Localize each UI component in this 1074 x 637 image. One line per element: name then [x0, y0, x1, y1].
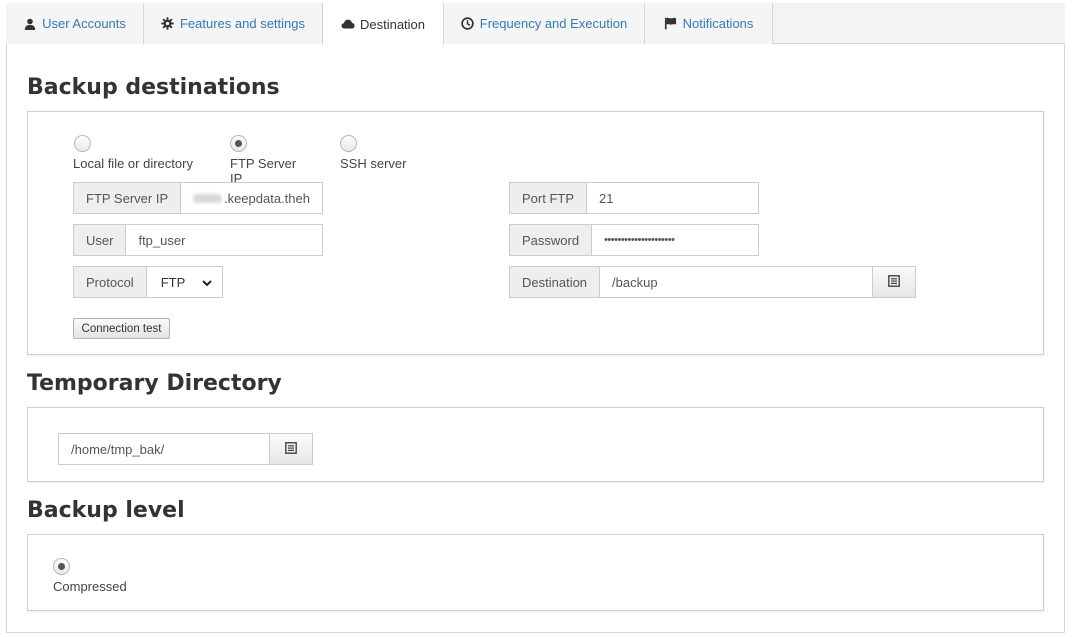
backup-level-heading: Backup level [27, 498, 185, 523]
radio-ssh-server[interactable]: SSH server [340, 135, 410, 171]
ftp-server-input[interactable]: .keepdata.theh [180, 182, 323, 214]
temp-directory-input[interactable]: /home/tmp_bak/ [58, 433, 270, 465]
backup-destinations-heading: Backup destinations [27, 75, 280, 100]
radio-button[interactable] [230, 135, 247, 152]
redacted-text [193, 193, 222, 203]
destination-input[interactable]: /backup [599, 266, 873, 298]
temporary-directory-panel: /home/tmp_bak/ [27, 407, 1044, 482]
list-icon [888, 274, 900, 290]
tab-notifications[interactable]: Notifications [645, 3, 773, 44]
tab-label: Frequency and Execution [479, 16, 628, 31]
port-field: Port FTP 21 [509, 182, 759, 214]
cloud-icon [341, 17, 355, 31]
tab-bar: User Accounts Features and settings Dest… [6, 3, 1065, 45]
protocol-select[interactable]: FTP [145, 266, 223, 298]
tab-destination[interactable]: Destination [322, 3, 444, 45]
user-field: User ftp_user [73, 224, 323, 256]
user-icon [23, 17, 37, 31]
radio-label: SSH server [340, 156, 407, 171]
port-label: Port FTP [509, 182, 587, 214]
connection-test-button[interactable]: Connection test [73, 318, 170, 339]
ftp-server-label: FTP Server IP [73, 182, 181, 214]
backup-level-panel: Compressed [27, 534, 1044, 611]
password-label: Password [509, 224, 592, 256]
gear-icon [161, 17, 175, 31]
ftp-server-value: .keepdata.theh [223, 190, 310, 206]
tab-label: User Accounts [42, 16, 126, 31]
radio-label: Compressed [53, 579, 127, 594]
temporary-directory-heading: Temporary Directory [27, 371, 282, 396]
ftp-server-field: FTP Server IP .keepdata.theh [73, 182, 323, 214]
temp-directory-field: /home/tmp_bak/ [58, 433, 313, 465]
list-icon [285, 441, 297, 457]
password-field: Password ••••••••••••••••••••• [509, 224, 759, 256]
destination-label: Destination [509, 266, 600, 298]
user-label: User [73, 224, 126, 256]
browse-destination-button[interactable] [873, 266, 916, 298]
tab-label: Notifications [682, 16, 754, 31]
tab-features-and-settings[interactable]: Features and settings [144, 3, 323, 44]
protocol-field: Protocol FTP [73, 266, 223, 298]
tab-frequency-and-execution[interactable]: Frequency and Execution [444, 3, 645, 44]
radio-button[interactable] [53, 558, 70, 575]
port-input[interactable]: 21 [586, 182, 759, 214]
flag-icon [664, 17, 678, 31]
clock-icon [461, 17, 475, 31]
chevron-down-icon [202, 275, 212, 290]
radio-label: Local file or directory [73, 156, 193, 171]
tab-user-accounts[interactable]: User Accounts [6, 3, 144, 44]
radio-button[interactable] [74, 135, 91, 152]
radio-compressed[interactable]: Compressed [53, 558, 143, 594]
destination-field: Destination /backup [509, 266, 916, 298]
protocol-label: Protocol [73, 266, 146, 298]
protocol-value: FTP [160, 274, 186, 290]
radio-ftp-server[interactable]: FTP Server IP [230, 135, 310, 186]
radio-button[interactable] [340, 135, 357, 152]
tab-label: Destination [359, 16, 426, 32]
radio-local-file[interactable]: Local file or directory [73, 135, 199, 171]
tab-label: Features and settings [179, 16, 306, 31]
user-input[interactable]: ftp_user [125, 224, 323, 256]
password-input[interactable]: ••••••••••••••••••••• [591, 224, 759, 256]
browse-temp-directory-button[interactable] [270, 433, 313, 465]
backup-destinations-panel: Local file or directory FTP Server IP SS… [27, 111, 1044, 355]
